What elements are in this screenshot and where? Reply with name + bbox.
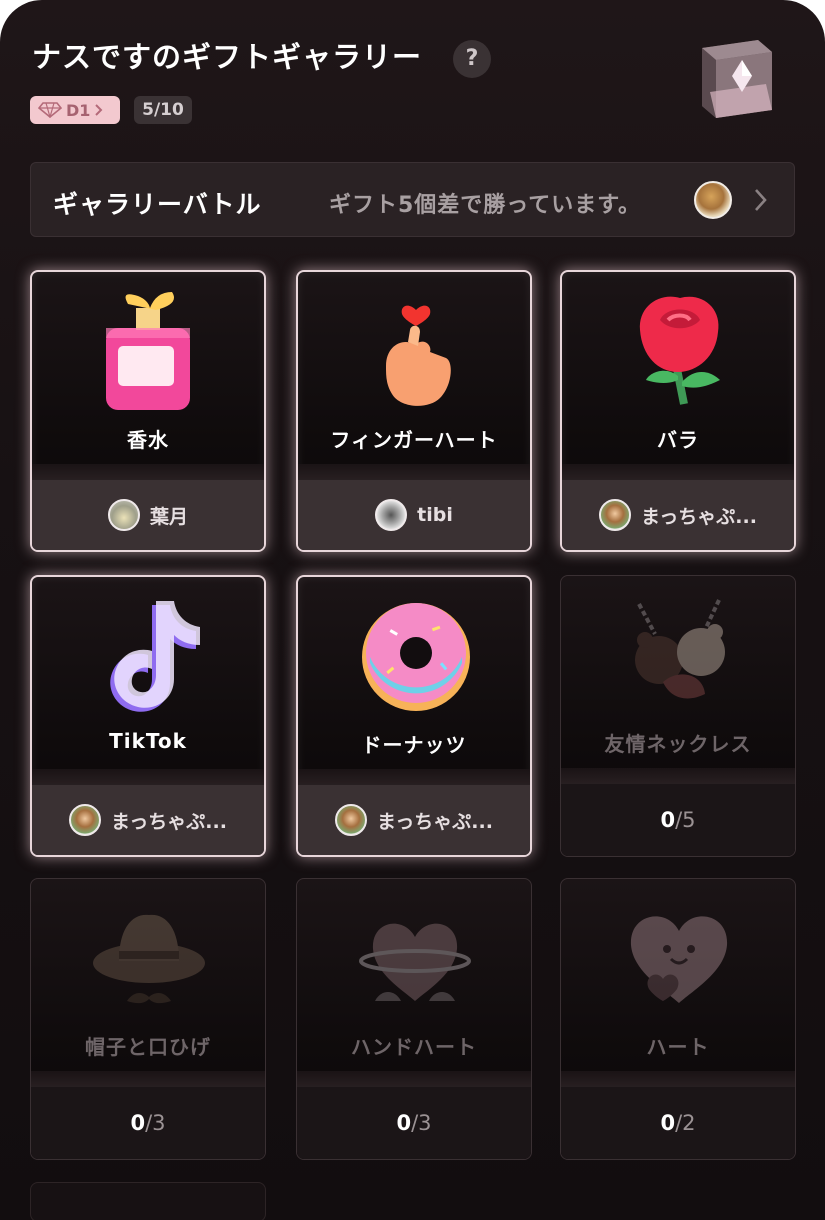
progress-have: 0 — [660, 1111, 676, 1135]
progress-have: 0 — [660, 808, 676, 832]
tiktok-icon — [110, 601, 200, 712]
gift-card-next-row[interactable] — [30, 1182, 266, 1220]
level-badge[interactable]: D1 — [30, 96, 120, 124]
gift-card-hat-mustache[interactable]: 帽子と口ひげ 0/3 — [30, 878, 266, 1160]
sender-name: 葉月 — [149, 505, 188, 528]
gift-name: ハンドハート — [351, 1035, 477, 1059]
donut-icon — [362, 603, 470, 711]
gallery-battle-bar[interactable]: ギャラリーバトル ギフト5個差で勝っています。 — [30, 162, 795, 237]
gift-sender: まっちゃぷ... — [298, 785, 530, 855]
gift-name: 帽子と口ひげ — [85, 1035, 211, 1059]
hat-mustache-icon — [93, 914, 205, 1004]
gift-card-finger-heart[interactable]: フィンガーハート tibi — [296, 270, 532, 552]
progress-total: /2 — [675, 1111, 696, 1135]
friendship-necklace-icon — [635, 599, 725, 699]
gift-name: 香水 — [127, 428, 169, 452]
gift-sender: まっちゃぷ... — [562, 480, 794, 550]
sender-avatar — [375, 499, 408, 531]
progress-have: 0 — [396, 1111, 412, 1135]
sender-name: tibi — [417, 504, 453, 526]
gift-card-tiktok[interactable]: TikTok まっちゃぷ... — [30, 575, 266, 857]
gift-sender: まっちゃぷ... — [32, 785, 264, 855]
gift-card-rose[interactable]: バラ まっちゃぷ... — [560, 270, 796, 552]
sender-avatar — [107, 499, 140, 531]
page-title: ナスですのギフトギャラリー — [32, 40, 423, 74]
gift-progress: 0/3 — [31, 1087, 265, 1159]
heart-icon — [630, 916, 728, 1003]
gift-progress: 0/5 — [561, 784, 795, 856]
gift-sender: 葉月 — [32, 480, 264, 550]
gift-progress: 0/2 — [561, 1087, 795, 1159]
gift-card-hand-heart[interactable]: ハンドハート 0/3 — [296, 878, 532, 1160]
gift-name: ハート — [646, 1035, 710, 1059]
progress-total: /5 — [675, 808, 696, 832]
opponent-avatar — [694, 181, 732, 219]
sender-name: まっちゃぷ... — [111, 810, 227, 833]
help-button[interactable]: ? — [453, 40, 491, 78]
progress-total: /3 — [411, 1111, 432, 1135]
hand-heart-icon — [359, 923, 471, 1001]
gift-name: 友情ネックレス — [604, 732, 752, 756]
gift-card-donut[interactable]: ドーナッツ まっちゃぷ... — [296, 575, 532, 857]
crystal-cube-icon[interactable] — [690, 32, 780, 122]
gift-name: バラ — [657, 428, 699, 452]
sender-avatar — [335, 804, 368, 836]
gift-card-friendship-necklace[interactable]: 友情ネックレス 0/5 — [560, 575, 796, 857]
sender-name: まっちゃぷ... — [377, 810, 493, 833]
level-label: D1 — [66, 100, 91, 120]
sender-avatar — [599, 499, 632, 531]
sender-avatar — [69, 804, 102, 836]
gallery-count-badge: 5/10 — [134, 96, 192, 124]
diamond-icon — [38, 102, 62, 118]
gift-progress: 0/3 — [297, 1087, 531, 1159]
gift-name: ドーナッツ — [361, 733, 467, 757]
rose-icon — [639, 296, 720, 405]
sender-name: まっちゃぷ... — [641, 505, 757, 528]
gift-card-heart[interactable]: ハート 0/2 — [560, 878, 796, 1160]
gift-name: フィンガーハート — [330, 428, 498, 452]
gift-gallery-sheet: ナスですのギフトギャラリー ? D1 5/10 ギャラリーバトル ギフト5個差で… — [0, 0, 825, 1220]
perfume-icon — [106, 292, 190, 410]
battle-status: ギフト5個差で勝っています。 — [329, 193, 642, 218]
finger-heart-icon — [386, 305, 451, 406]
gift-card-perfume[interactable]: 香水 葉月 — [30, 270, 266, 552]
chevron-right-icon — [95, 104, 103, 116]
chevron-right-icon — [755, 189, 767, 211]
progress-total: /3 — [145, 1111, 166, 1135]
gift-sender: tibi — [298, 480, 530, 550]
gift-name: TikTok — [109, 729, 187, 753]
progress-have: 0 — [130, 1111, 146, 1135]
battle-title: ギャラリーバトル — [53, 190, 262, 219]
